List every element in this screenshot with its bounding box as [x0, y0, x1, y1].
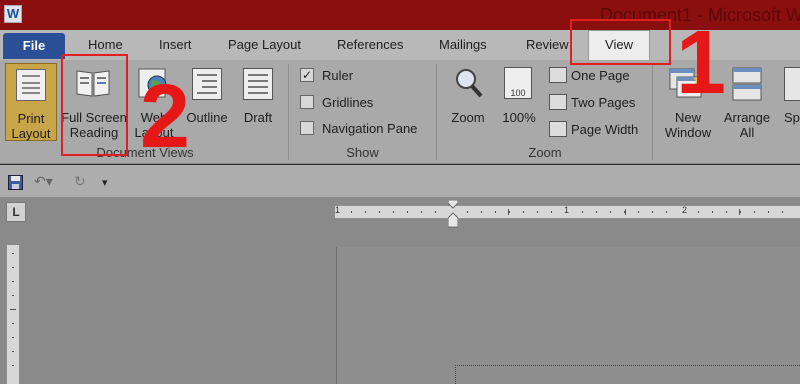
draft-label: Draft [243, 110, 273, 125]
print-layout-icon [16, 69, 46, 101]
ruler-checkbox-row[interactable]: ✓ Ruler [298, 66, 428, 86]
step-number-2: 2 [140, 67, 191, 167]
zoom-button[interactable]: Zoom [446, 63, 490, 141]
arrange-all-label-1: Arrange [723, 110, 771, 125]
gridlines-checkbox[interactable] [300, 95, 314, 109]
zoom-100-button[interactable]: 100 100% [497, 63, 541, 141]
outline-icon [192, 68, 222, 100]
print-layout-label-2: Layout [11, 126, 51, 141]
two-pages-label: Two Pages [571, 95, 636, 110]
zoom-100-label: 100% [502, 110, 536, 125]
navigation-pane-label: Navigation Pane [322, 121, 418, 136]
text-boundary [455, 365, 800, 384]
tab-insert[interactable]: Insert [159, 37, 192, 52]
two-pages-button[interactable]: Two Pages [547, 92, 647, 112]
arrange-all-icon [732, 67, 762, 101]
arrange-all-label-2: All [739, 125, 755, 140]
step-number-1: 1 [676, 13, 727, 113]
one-page-label: One Page [571, 68, 630, 83]
draft-button[interactable]: Draft [236, 63, 280, 141]
tab-review[interactable]: Review [526, 37, 569, 52]
document-page[interactable] [336, 247, 800, 384]
tab-page-layout[interactable]: Page Layout [228, 37, 301, 52]
ruler-mark: 1 [335, 205, 341, 215]
tab-references[interactable]: References [337, 37, 403, 52]
navigation-pane-checkbox-row[interactable]: Navigation Pane [298, 119, 432, 139]
gridlines-label: Gridlines [322, 95, 374, 110]
two-pages-icon [549, 94, 567, 110]
word-app-icon[interactable]: W [4, 5, 22, 23]
show-group-label: Show [346, 145, 379, 160]
page-width-icon [549, 121, 567, 137]
one-page-button[interactable]: One Page [547, 65, 647, 85]
ruler-label: Ruler [322, 68, 354, 83]
horizontal-ruler[interactable]: 1 1 2 [335, 205, 800, 219]
page-width-button[interactable]: Page Width [547, 119, 647, 139]
group-separator [652, 64, 653, 160]
quick-access-toolbar [0, 165, 800, 198]
group-separator [436, 64, 437, 160]
tab-selector-button[interactable]: L [6, 202, 26, 222]
navigation-pane-checkbox[interactable] [300, 121, 314, 135]
page-100-icon: 100 [504, 67, 532, 99]
split-icon [784, 67, 800, 101]
full-screen-reading-highlight [61, 54, 128, 156]
undo-icon[interactable]: ↶▾ [34, 175, 58, 190]
ruler-mark: 1 [564, 205, 570, 215]
print-layout-label-1: Print [17, 111, 45, 126]
gridlines-checkbox-row[interactable]: Gridlines [298, 93, 428, 113]
zoom-label: Zoom [451, 110, 485, 125]
ruler-mark: 2 [682, 205, 688, 215]
customize-toolbar-icon[interactable]: ▾ [102, 175, 114, 190]
tab-file[interactable]: File [3, 33, 65, 59]
zoom-group-label: Zoom [528, 145, 562, 160]
magnifier-icon [454, 67, 484, 99]
vertical-ruler[interactable] [6, 245, 20, 384]
view-tab-highlight [570, 19, 671, 65]
indent-marker[interactable] [447, 199, 459, 228]
redo-icon[interactable]: ↻ [74, 175, 90, 190]
arrange-all-button[interactable]: Arrange All [720, 63, 774, 141]
tab-home[interactable]: Home [88, 37, 123, 52]
new-window-label-2: Window [664, 125, 712, 140]
print-layout-button[interactable]: Print Layout [5, 63, 57, 141]
split-button[interactable]: Sp [780, 63, 800, 141]
ruler-checkbox[interactable]: ✓ [300, 68, 314, 82]
tab-mailings[interactable]: Mailings [439, 37, 487, 52]
split-label: Sp [784, 110, 800, 125]
one-page-icon [549, 67, 567, 83]
group-separator [288, 64, 289, 160]
save-icon[interactable] [8, 175, 23, 190]
page-width-label: Page Width [571, 122, 639, 137]
draft-icon [243, 68, 273, 100]
